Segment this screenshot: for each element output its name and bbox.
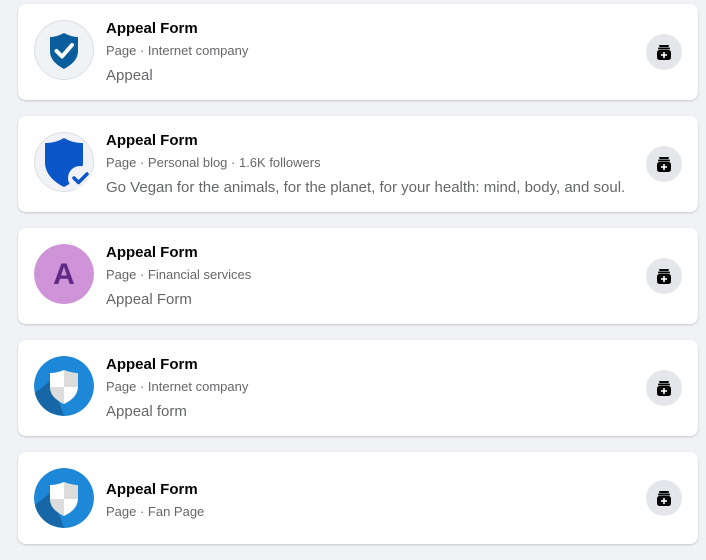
follow-button[interactable] (646, 480, 682, 516)
result-description: Go Vegan for the animals, for the planet… (106, 179, 626, 196)
shield-flat-icon (34, 356, 94, 416)
shield-badge-check-icon (34, 132, 94, 192)
result-title[interactable]: Appeal Form (106, 355, 618, 375)
result-meta: Page · Personal blog · 1.6K followers (106, 155, 321, 170)
result-title[interactable]: Appeal Form (106, 131, 618, 151)
result-meta: Page · Fan Page (106, 504, 205, 519)
result-title[interactable]: Appeal Form (106, 480, 618, 500)
page-avatar[interactable]: A (34, 244, 94, 304)
result-card[interactable]: Appeal Form Page · Personal blog · 1.6K … (18, 116, 698, 212)
result-title[interactable]: Appeal Form (106, 19, 618, 39)
follow-button[interactable] (646, 258, 682, 294)
archive-add-icon (657, 157, 671, 172)
result-card[interactable]: Appeal Form Page · Internet company Appe… (18, 4, 698, 100)
result-card[interactable]: Appeal Form Page · Fan Page (18, 452, 698, 544)
shield-flat-icon (34, 468, 94, 528)
follow-button[interactable] (646, 34, 682, 70)
page-avatar[interactable] (34, 132, 94, 192)
archive-add-icon (657, 381, 671, 396)
result-description: Appeal form (106, 403, 187, 420)
result-card[interactable]: Appeal Form Page · Internet company Appe… (18, 340, 698, 436)
follow-button[interactable] (646, 146, 682, 182)
page-avatar[interactable] (34, 20, 94, 80)
result-meta: Page · Financial services (106, 267, 252, 282)
result-card[interactable]: A Appeal Form Page · Financial services … (18, 228, 698, 324)
archive-add-icon (657, 491, 671, 506)
shield-check-icon (34, 20, 94, 80)
page-avatar[interactable] (34, 468, 94, 528)
page-avatar[interactable] (34, 356, 94, 416)
result-meta: Page · Internet company (106, 379, 249, 394)
avatar-letter: A (53, 258, 75, 291)
result-description: Appeal Form (106, 291, 192, 308)
result-description: Appeal (106, 67, 153, 84)
letter-a-avatar: A (34, 244, 94, 304)
follow-button[interactable] (646, 370, 682, 406)
result-title[interactable]: Appeal Form (106, 243, 618, 263)
result-meta: Page · Internet company (106, 43, 249, 58)
archive-add-icon (657, 269, 671, 284)
search-results-list: Appeal Form Page · Internet company Appe… (18, 4, 698, 560)
archive-add-icon (657, 45, 671, 60)
